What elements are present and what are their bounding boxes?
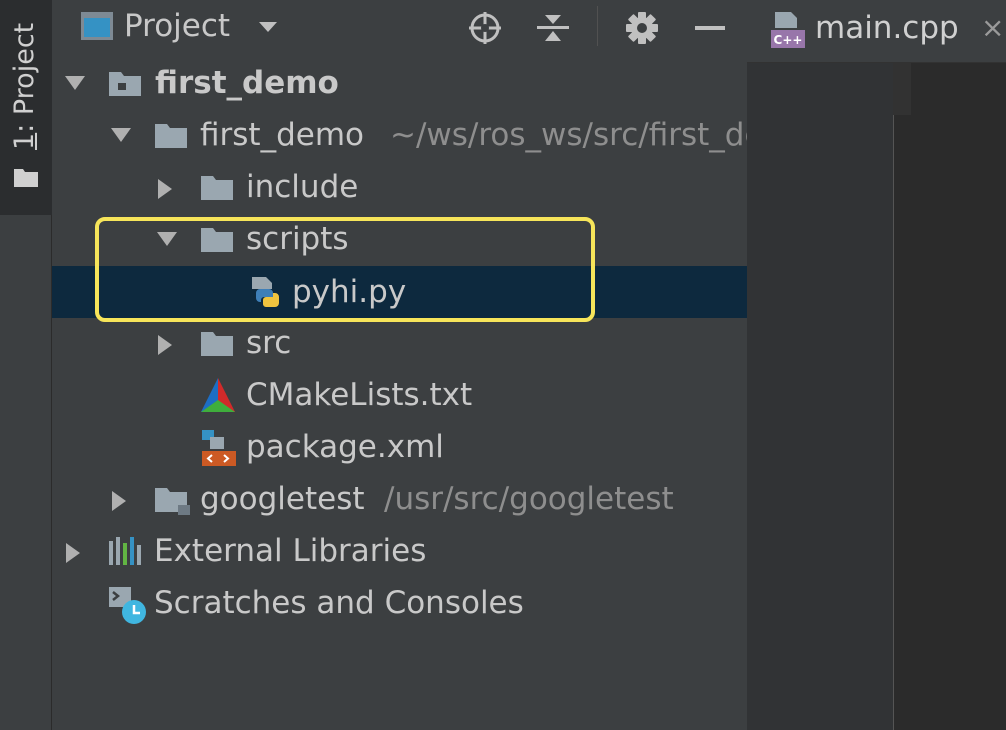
tree-row-googletest[interactable]: googletest /usr/src/googletest bbox=[52, 473, 747, 525]
project-tab-label: 1: Project bbox=[9, 22, 40, 150]
chevron-right-icon[interactable] bbox=[110, 490, 128, 512]
tree-item-label: first_demo bbox=[200, 117, 364, 153]
code-area[interactable] bbox=[913, 63, 1006, 730]
project-view-icon bbox=[81, 12, 113, 40]
folder-icon bbox=[14, 169, 38, 187]
gear-icon[interactable] bbox=[624, 10, 660, 46]
tree-row-external-libraries[interactable]: External Libraries bbox=[52, 525, 747, 577]
tree-item-label: Scratches and Consoles bbox=[154, 585, 524, 621]
tree-row-cmakelists[interactable]: CMakeLists.txt bbox=[52, 369, 747, 421]
xml-file-icon bbox=[202, 430, 236, 466]
project-panel-header: Project bbox=[52, 0, 747, 52]
libraries-icon bbox=[109, 537, 141, 565]
editor-tab-bar: C++ main.cpp × bbox=[747, 0, 1006, 63]
tree-row-scratches-and-consoles[interactable]: Scratches and Consoles bbox=[52, 577, 747, 629]
editor-area: C++ main.cpp × bbox=[747, 0, 1006, 730]
folder-icon bbox=[155, 488, 190, 515]
tree-item-label: first_demo bbox=[155, 65, 339, 101]
folder-icon bbox=[201, 176, 233, 200]
tree-row-include[interactable]: include bbox=[52, 161, 747, 213]
panel-title[interactable]: Project bbox=[124, 4, 230, 48]
chevron-down-icon[interactable] bbox=[258, 20, 278, 34]
chevron-right-icon[interactable] bbox=[156, 178, 174, 200]
svg-text:C++: C++ bbox=[774, 33, 803, 47]
locate-icon[interactable] bbox=[467, 10, 503, 46]
tree-row-package-xml[interactable]: package.xml bbox=[52, 421, 747, 473]
tree-item-path: ~/ws/ros_ws/src/first_demo bbox=[390, 117, 747, 153]
tree-item-label: googletest bbox=[200, 481, 365, 517]
folder-icon bbox=[201, 332, 233, 356]
editor-gutter bbox=[747, 63, 894, 730]
chevron-right-icon[interactable] bbox=[156, 334, 174, 356]
project-tool-window-tab[interactable]: 1: Project bbox=[0, 0, 52, 215]
tree-row-first-demo[interactable]: first_demo ~/ws/ros_ws/src/first_demo bbox=[52, 109, 747, 161]
tool-window-stripe: 1: Project bbox=[0, 0, 52, 730]
cpp-file-icon: C++ bbox=[771, 12, 805, 48]
collapse-all-icon[interactable] bbox=[536, 10, 570, 46]
tree-row-first-demo-root[interactable]: first_demo bbox=[52, 57, 747, 109]
tree-item-path: /usr/src/googletest bbox=[384, 481, 674, 517]
folder-icon bbox=[155, 124, 187, 148]
cmake-file-icon bbox=[201, 378, 235, 412]
chevron-down-icon[interactable] bbox=[64, 74, 86, 92]
tree-item-label: package.xml bbox=[246, 429, 444, 465]
module-folder-icon bbox=[109, 72, 141, 96]
close-icon[interactable]: × bbox=[981, 6, 1004, 50]
tree-item-label: src bbox=[246, 325, 292, 361]
tree-item-label: include bbox=[246, 169, 359, 205]
current-line-marker bbox=[893, 63, 911, 115]
project-panel: Project first_demo first_demo ~/ws/ros_w… bbox=[52, 0, 747, 730]
annotation-highlight-box bbox=[95, 217, 595, 322]
chevron-down-icon[interactable] bbox=[110, 126, 132, 144]
chevron-right-icon[interactable] bbox=[64, 542, 82, 564]
tree-item-label: External Libraries bbox=[154, 533, 427, 569]
toolbar-separator bbox=[597, 6, 598, 46]
tree-row-src[interactable]: src bbox=[52, 317, 747, 369]
minimize-icon[interactable] bbox=[693, 10, 727, 46]
scratches-icon bbox=[109, 587, 146, 624]
editor-tab-label: main.cpp bbox=[815, 10, 959, 46]
tree-item-label: CMakeLists.txt bbox=[246, 377, 473, 413]
